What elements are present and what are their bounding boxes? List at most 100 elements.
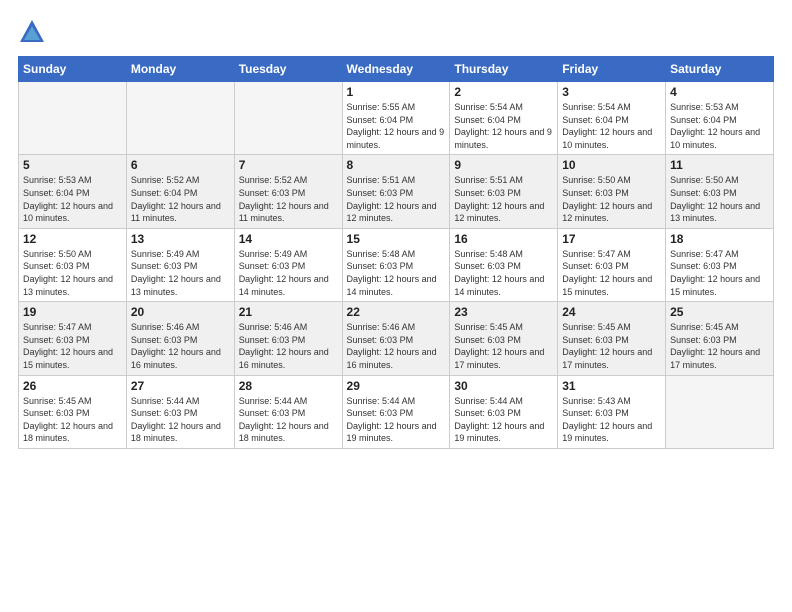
day-number: 28 [239,379,338,393]
header [18,18,774,46]
day-cell: 15Sunrise: 5:48 AM Sunset: 6:03 PM Dayli… [342,228,450,301]
day-info: Sunrise: 5:44 AM Sunset: 6:03 PM Dayligh… [239,395,338,445]
day-info: Sunrise: 5:46 AM Sunset: 6:03 PM Dayligh… [239,321,338,371]
day-cell: 8Sunrise: 5:51 AM Sunset: 6:03 PM Daylig… [342,155,450,228]
day-number: 3 [562,85,661,99]
day-number: 30 [454,379,553,393]
day-info: Sunrise: 5:47 AM Sunset: 6:03 PM Dayligh… [562,248,661,298]
day-number: 17 [562,232,661,246]
day-number: 1 [347,85,446,99]
day-info: Sunrise: 5:53 AM Sunset: 6:04 PM Dayligh… [670,101,769,151]
day-info: Sunrise: 5:45 AM Sunset: 6:03 PM Dayligh… [562,321,661,371]
day-info: Sunrise: 5:46 AM Sunset: 6:03 PM Dayligh… [347,321,446,371]
day-info: Sunrise: 5:45 AM Sunset: 6:03 PM Dayligh… [454,321,553,371]
day-info: Sunrise: 5:51 AM Sunset: 6:03 PM Dayligh… [347,174,446,224]
day-info: Sunrise: 5:47 AM Sunset: 6:03 PM Dayligh… [23,321,122,371]
day-number: 20 [131,305,230,319]
day-cell: 21 Sunrise: 5:46 AM Sunset: 6:03 PM Dayli… [234,302,342,375]
col-header-friday: Friday [558,57,666,82]
day-cell: 28 Sunrise: 5:44 AM Sunset: 6:03 PM Dayli… [234,375,342,448]
day-cell: 11 Sunrise: 5:50 AM Sunset: 6:03 PM Dayli… [666,155,774,228]
day-info: Sunrise: 5:54 AM Sunset: 6:04 PM Dayligh… [562,101,661,151]
day-cell: 17 Sunrise: 5:47 AM Sunset: 6:03 PM Dayli… [558,228,666,301]
day-cell: 22 Sunrise: 5:46 AM Sunset: 6:03 PM Dayli… [342,302,450,375]
day-number: 26 [23,379,122,393]
day-cell: 23 Sunrise: 5:45 AM Sunset: 6:03 PM Dayli… [450,302,558,375]
day-info: Sunrise: 5:52 AM Sunset: 6:03 PM Dayligh… [239,174,338,224]
day-cell: 4 Sunrise: 5:53 AM Sunset: 6:04 PM Daylig… [666,82,774,155]
col-header-tuesday: Tuesday [234,57,342,82]
day-info: Sunrise: 5:46 AM Sunset: 6:03 PM Dayligh… [131,321,230,371]
day-info: Sunrise: 5:54 AM Sunset: 6:04 PM Dayligh… [454,101,553,151]
day-number: 19 [23,305,122,319]
day-info: Sunrise: 5:51 AM Sunset: 6:03 PM Dayligh… [454,174,553,224]
day-cell: 12 Sunrise: 5:50 AM Sunset: 6:03 PM Dayli… [19,228,127,301]
page: SundayMondayTuesdayWednesdayThursdayFrid… [0,0,792,612]
day-cell: 1 Sunrise: 5:55 AM Sunset: 6:04 PM Daylig… [342,82,450,155]
day-info: Sunrise: 5:44 AM Sunset: 6:03 PM Dayligh… [131,395,230,445]
day-number: 29 [347,379,446,393]
day-number: 12 [23,232,122,246]
day-info: Sunrise: 5:47 AM Sunset: 6:03 PM Dayligh… [670,248,769,298]
day-info: Sunrise: 5:52 AM Sunset: 6:04 PM Dayligh… [131,174,230,224]
day-cell [234,82,342,155]
day-cell: 26 Sunrise: 5:45 AM Sunset: 6:03 PM Dayli… [19,375,127,448]
day-number: 9 [454,158,553,172]
logo [18,18,50,46]
week-row-2: 5 Sunrise: 5:53 AM Sunset: 6:04 PM Daylig… [19,155,774,228]
week-row-1: 1 Sunrise: 5:55 AM Sunset: 6:04 PM Daylig… [19,82,774,155]
day-number: 4 [670,85,769,99]
day-cell: 30Sunrise: 5:44 AM Sunset: 6:03 PM Dayli… [450,375,558,448]
col-header-wednesday: Wednesday [342,57,450,82]
day-cell: 19 Sunrise: 5:47 AM Sunset: 6:03 PM Dayli… [19,302,127,375]
day-number: 24 [562,305,661,319]
day-cell [19,82,127,155]
day-number: 16 [454,232,553,246]
day-number: 11 [670,158,769,172]
day-cell: 20 Sunrise: 5:46 AM Sunset: 6:03 PM Dayli… [126,302,234,375]
day-number: 6 [131,158,230,172]
day-number: 5 [23,158,122,172]
day-info: Sunrise: 5:55 AM Sunset: 6:04 PM Dayligh… [347,101,446,151]
day-number: 25 [670,305,769,319]
day-cell: 29Sunrise: 5:44 AM Sunset: 6:03 PM Dayli… [342,375,450,448]
day-cell: 3 Sunrise: 5:54 AM Sunset: 6:04 PM Daylig… [558,82,666,155]
col-header-sunday: Sunday [19,57,127,82]
day-number: 23 [454,305,553,319]
day-number: 2 [454,85,553,99]
day-cell: 6 Sunrise: 5:52 AM Sunset: 6:04 PM Daylig… [126,155,234,228]
day-info: Sunrise: 5:45 AM Sunset: 6:03 PM Dayligh… [670,321,769,371]
day-cell: 25 Sunrise: 5:45 AM Sunset: 6:03 PM Dayli… [666,302,774,375]
day-number: 21 [239,305,338,319]
week-row-4: 19 Sunrise: 5:47 AM Sunset: 6:03 PM Dayli… [19,302,774,375]
day-number: 18 [670,232,769,246]
day-info: Sunrise: 5:53 AM Sunset: 6:04 PM Dayligh… [23,174,122,224]
day-cell: 7 Sunrise: 5:52 AM Sunset: 6:03 PM Daylig… [234,155,342,228]
week-row-5: 26 Sunrise: 5:45 AM Sunset: 6:03 PM Dayli… [19,375,774,448]
day-cell [666,375,774,448]
day-number: 7 [239,158,338,172]
day-info: Sunrise: 5:50 AM Sunset: 6:03 PM Dayligh… [562,174,661,224]
day-cell: 5 Sunrise: 5:53 AM Sunset: 6:04 PM Daylig… [19,155,127,228]
day-info: Sunrise: 5:45 AM Sunset: 6:03 PM Dayligh… [23,395,122,445]
day-number: 31 [562,379,661,393]
day-cell: 27 Sunrise: 5:44 AM Sunset: 6:03 PM Dayli… [126,375,234,448]
day-cell: 13 Sunrise: 5:49 AM Sunset: 6:03 PM Dayli… [126,228,234,301]
day-number: 14 [239,232,338,246]
day-number: 22 [347,305,446,319]
day-info: Sunrise: 5:49 AM Sunset: 6:03 PM Dayligh… [239,248,338,298]
day-info: Sunrise: 5:50 AM Sunset: 6:03 PM Dayligh… [23,248,122,298]
day-cell: 14 Sunrise: 5:49 AM Sunset: 6:03 PM Dayli… [234,228,342,301]
day-info: Sunrise: 5:49 AM Sunset: 6:03 PM Dayligh… [131,248,230,298]
day-number: 13 [131,232,230,246]
day-info: Sunrise: 5:50 AM Sunset: 6:03 PM Dayligh… [670,174,769,224]
day-number: 10 [562,158,661,172]
col-header-saturday: Saturday [666,57,774,82]
day-cell: 2 Sunrise: 5:54 AM Sunset: 6:04 PM Daylig… [450,82,558,155]
day-number: 27 [131,379,230,393]
day-number: 15 [347,232,446,246]
col-header-monday: Monday [126,57,234,82]
day-cell: 10 Sunrise: 5:50 AM Sunset: 6:03 PM Dayli… [558,155,666,228]
calendar-table: SundayMondayTuesdayWednesdayThursdayFrid… [18,56,774,449]
day-cell: 24 Sunrise: 5:45 AM Sunset: 6:03 PM Dayli… [558,302,666,375]
